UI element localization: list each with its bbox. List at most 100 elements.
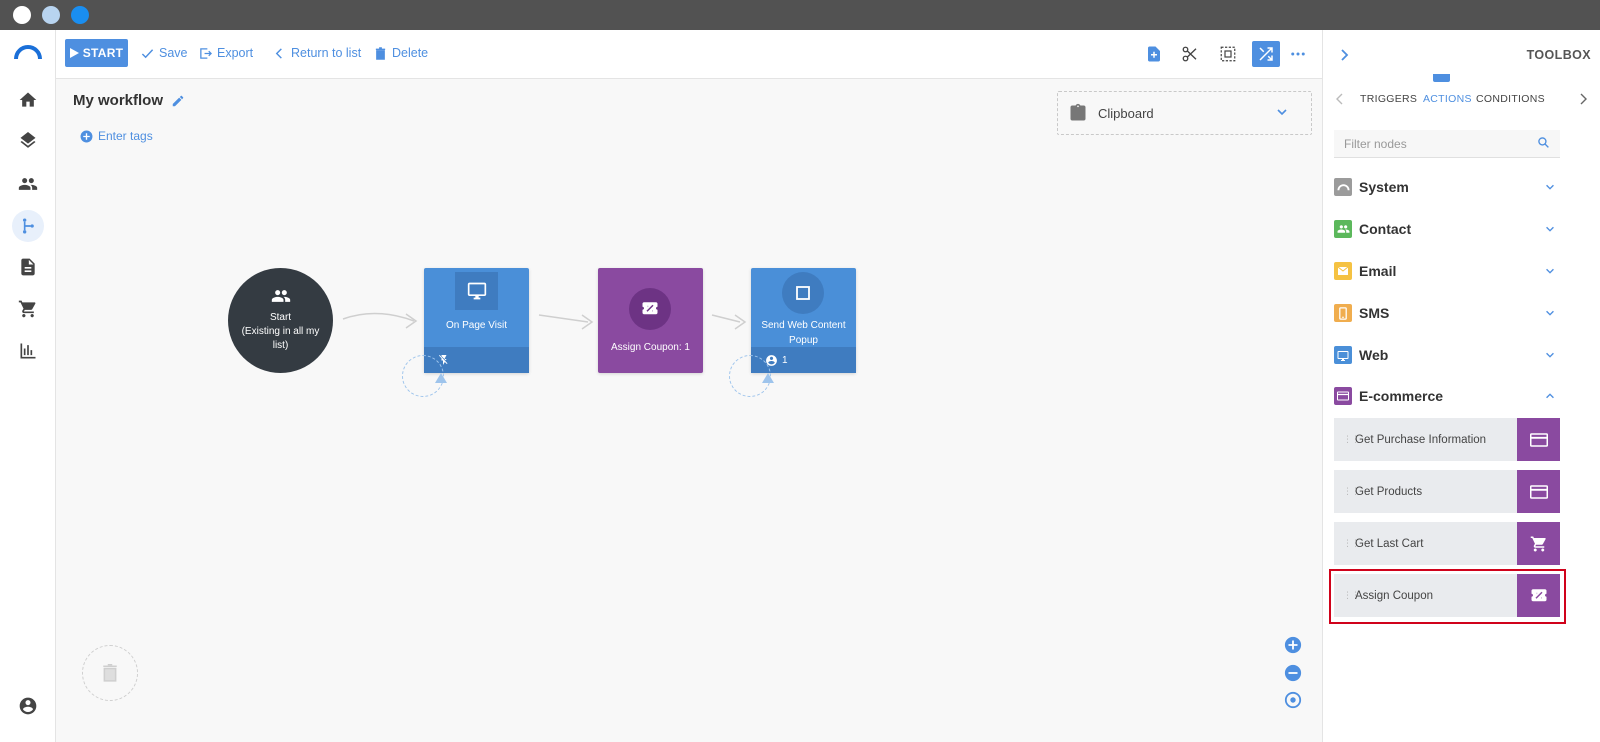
coupon-icon	[629, 288, 671, 330]
workflow-icon[interactable]	[12, 210, 44, 242]
category-sms[interactable]: SMS	[1334, 302, 1560, 324]
toolbox-panel: TOOLBOX TRIGGERS ACTIONS CONDITIONS Filt…	[1322, 30, 1600, 742]
toolbox-title: TOOLBOX	[1526, 48, 1591, 62]
filter-nodes-input[interactable]: Filter nodes	[1334, 130, 1560, 158]
workflow-canvas[interactable]: My workflow Enter tags Clipboard Start (…	[56, 79, 1322, 742]
category-system[interactable]: System	[1334, 176, 1560, 198]
window-minimize-button[interactable]	[42, 6, 60, 24]
search-icon	[1538, 137, 1549, 148]
on-page-visit-node[interactable]: On Page Visit	[424, 268, 529, 373]
export-icon	[200, 47, 212, 59]
category-web[interactable]: Web	[1334, 344, 1560, 366]
credit-card-icon	[1517, 470, 1560, 513]
credit-card-icon	[1334, 387, 1352, 405]
export-button-label: Export	[217, 46, 254, 60]
chevron-down-icon	[1546, 352, 1554, 358]
filter-placeholder: Filter nodes	[1344, 137, 1407, 151]
tab-triggers[interactable]: TRIGGERS	[1360, 93, 1417, 105]
workflow-toolbar: START Save Export Return to list Delete	[56, 30, 1322, 79]
monitor-icon	[455, 272, 498, 310]
account-icon[interactable]	[12, 690, 44, 722]
category-label: Contact	[1359, 221, 1412, 237]
tab-actions[interactable]: ACTIONS	[1423, 93, 1472, 105]
contacts-icon[interactable]	[12, 168, 44, 200]
delete-button-label: Delete	[392, 46, 429, 60]
drag-handle-icon[interactable]: ⋮⋮	[1343, 539, 1360, 548]
tab-conditions[interactable]: CONDITIONS	[1476, 93, 1545, 105]
category-ecommerce[interactable]: E-commerce	[1334, 385, 1560, 407]
assign-coupon-node[interactable]: Assign Coupon: 1	[598, 268, 703, 373]
toolbox-item-get-purchase-information[interactable]: ⋮⋮ Get Purchase Information	[1334, 418, 1560, 461]
contacts-icon	[1334, 220, 1352, 238]
layers-icon[interactable]	[12, 126, 44, 158]
category-label: System	[1359, 179, 1409, 195]
window-close-button[interactable]	[13, 6, 31, 24]
return-to-list-button[interactable]: Return to list	[273, 46, 361, 60]
check-icon	[141, 48, 154, 58]
app-logo-icon[interactable]	[14, 44, 42, 60]
delete-button[interactable]: Delete	[374, 46, 428, 60]
drag-handle-icon[interactable]: ⋮⋮	[1343, 487, 1360, 496]
assign-coupon-label: Assign Coupon: 1	[611, 342, 690, 353]
collapse-panel-icon[interactable]	[1337, 48, 1351, 62]
clipboard-dropdown[interactable]: Clipboard	[1057, 91, 1312, 135]
toolbox-item-get-products[interactable]: ⋮⋮ Get Products	[1334, 470, 1560, 513]
chevron-down-icon	[1546, 310, 1554, 316]
delete-drop-zone[interactable]	[82, 645, 138, 701]
tabs-prev-icon[interactable]	[1335, 93, 1345, 105]
return-to-list-label: Return to list	[291, 46, 362, 60]
chevron-left-icon	[275, 47, 282, 59]
scissors-icon[interactable]	[1176, 41, 1204, 67]
toolbox-tabs: TRIGGERS ACTIONS CONDITIONS	[1323, 82, 1600, 114]
chevron-down-icon	[1546, 226, 1554, 232]
more-options-icon[interactable]	[1284, 41, 1312, 67]
auto-layout-icon[interactable]	[1252, 41, 1280, 67]
loop-arrow-icon	[435, 373, 447, 383]
category-email[interactable]: Email	[1334, 260, 1560, 282]
tabs-next-icon[interactable]	[1578, 93, 1588, 105]
export-button[interactable]: Export	[199, 46, 253, 60]
start-button-label: START	[82, 46, 124, 60]
system-icon	[1334, 178, 1352, 196]
item-label: Get Purchase Information	[1355, 433, 1487, 446]
on-page-visit-label: On Page Visit	[446, 320, 507, 331]
category-label: E-commerce	[1359, 388, 1444, 404]
chevron-up-icon	[1546, 393, 1554, 399]
contacts-icon	[271, 289, 290, 302]
toolbox-item-get-last-cart[interactable]: ⋮⋮ Get Last Cart	[1334, 522, 1560, 565]
document-icon[interactable]	[12, 251, 44, 283]
cart-icon[interactable]	[12, 293, 44, 325]
window-titlebar	[0, 0, 1600, 30]
zoom-in-icon[interactable]	[1284, 636, 1302, 654]
credit-card-icon	[1517, 418, 1560, 461]
start-node-subtitle: (Existing in all my list)	[241, 325, 320, 351]
start-node[interactable]: Start (Existing in all my list)	[228, 268, 333, 373]
loop-arrow-icon	[762, 373, 774, 383]
category-contact[interactable]: Contact	[1334, 218, 1560, 240]
toolbox-header: TOOLBOX	[1323, 30, 1600, 80]
cart-icon	[1517, 522, 1560, 565]
zoom-reset-icon[interactable]	[1284, 691, 1302, 709]
chevron-down-icon	[1546, 268, 1554, 274]
select-area-icon[interactable]	[1214, 41, 1242, 67]
home-icon[interactable]	[12, 84, 44, 116]
add-node-icon[interactable]	[1140, 41, 1168, 67]
highlight-box	[1329, 569, 1566, 624]
phone-icon	[1334, 304, 1352, 322]
category-label: SMS	[1359, 305, 1390, 321]
save-button-label: Save	[159, 46, 188, 60]
start-button[interactable]: START	[65, 39, 128, 67]
trash-icon	[103, 664, 117, 682]
chart-icon[interactable]	[12, 335, 44, 367]
item-label: Get Last Cart	[1355, 537, 1424, 550]
email-icon	[1334, 262, 1352, 280]
popup-square-icon	[782, 272, 824, 314]
chevron-down-icon	[1277, 109, 1287, 116]
window-maximize-button[interactable]	[71, 6, 89, 24]
save-button[interactable]: Save	[141, 46, 188, 60]
zoom-out-icon[interactable]	[1284, 664, 1302, 682]
start-node-title: Start	[269, 311, 292, 323]
drag-handle-icon[interactable]: ⋮⋮	[1343, 435, 1360, 444]
contact-count: 1	[782, 354, 788, 366]
send-web-content-node[interactable]: Send Web Content Popup 1	[751, 268, 856, 373]
